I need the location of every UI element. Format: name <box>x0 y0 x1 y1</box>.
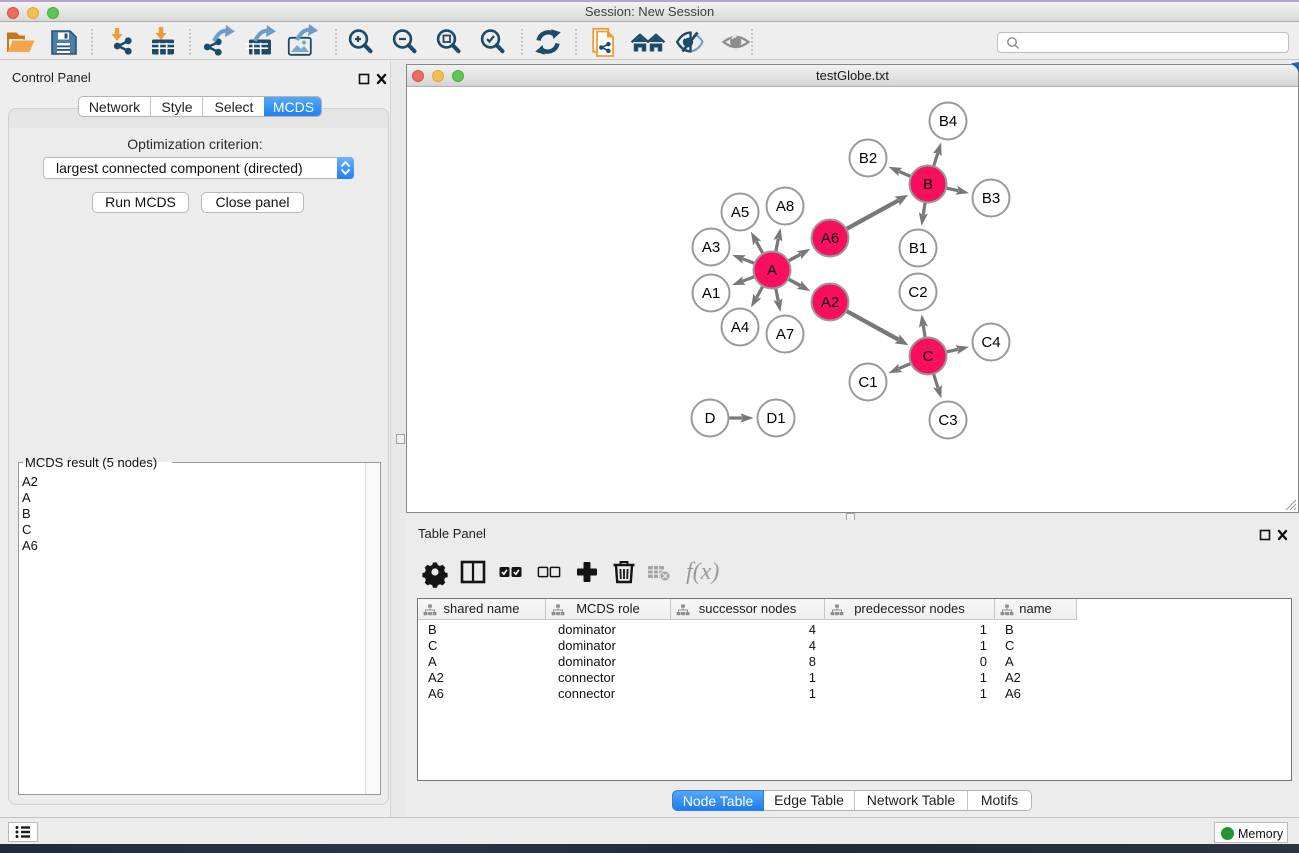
svg-text:A7: A7 <box>776 326 794 343</box>
svg-text:C2: C2 <box>908 284 927 301</box>
svg-text:C1: C1 <box>858 374 877 391</box>
svg-text:A6: A6 <box>821 230 839 247</box>
svg-text:f(x): f(x) <box>686 559 719 585</box>
svg-text:C3: C3 <box>938 412 957 429</box>
svg-text:A4: A4 <box>731 319 749 336</box>
svg-text:D1: D1 <box>766 410 785 427</box>
svg-text:A2: A2 <box>821 294 839 311</box>
svg-text:C4: C4 <box>981 334 1000 351</box>
svg-text:B2: B2 <box>859 150 877 167</box>
svg-text:B4: B4 <box>939 113 957 130</box>
svg-text:D: D <box>705 410 716 427</box>
svg-text:B3: B3 <box>982 190 1000 207</box>
svg-text:A: A <box>767 262 777 279</box>
svg-text:A1: A1 <box>702 285 720 302</box>
svg-text:B: B <box>923 176 933 193</box>
svg-text:C: C <box>923 348 934 365</box>
svg-text:A5: A5 <box>731 204 749 221</box>
svg-text:A3: A3 <box>702 239 720 256</box>
svg-text:A8: A8 <box>776 198 794 215</box>
svg-text:B1: B1 <box>909 240 927 257</box>
